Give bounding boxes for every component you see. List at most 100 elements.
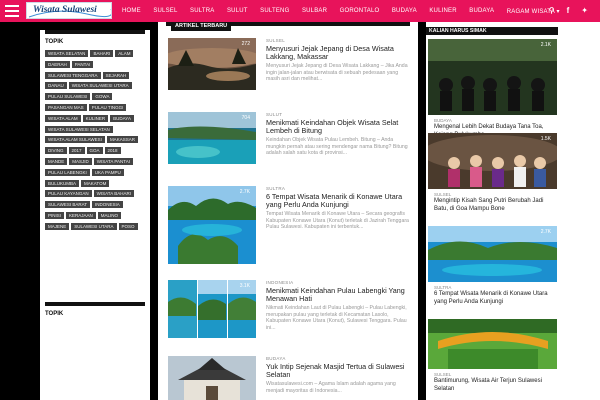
- view-count: 272: [241, 41, 250, 47]
- topik-widget-2: TOPIK: [45, 302, 145, 322]
- tag-link[interactable]: PULAU SULAWESI: [45, 93, 91, 101]
- post-thumbnail[interactable]: 272: [168, 38, 256, 90]
- tag-link[interactable]: 2017: [68, 147, 85, 155]
- tag-link[interactable]: DAERAH: [45, 60, 70, 68]
- view-count: 704: [241, 115, 250, 121]
- post-title[interactable]: Menikmati Keindahan Pulau Labengki Yang …: [266, 286, 410, 303]
- tag-link[interactable]: DANAU: [45, 82, 67, 90]
- featured-card: 2.7K SULTRA 6 Tempat Wisata Menarik di K…: [428, 226, 557, 306]
- post-excerpt: Wisatasulawesi.com – Agama Islam adalah …: [266, 381, 396, 394]
- nav-kuliner[interactable]: KULINER: [429, 8, 456, 14]
- topik-widget: TOPIK WISATA SELATAN BAHARI ALAM DAERAH PANT…: [45, 30, 145, 234]
- nav-budaya[interactable]: BUDAYA: [392, 8, 417, 14]
- tag-link[interactable]: WISATA SULAWESI SELATAN: [45, 125, 113, 133]
- nav-gorontalo[interactable]: GORONTALO: [340, 8, 380, 14]
- main-nav: HOME SULSEL SULTRA SULUT SULTENG SULBAR …: [122, 0, 572, 22]
- tag-link[interactable]: WISATA PANTAI: [93, 157, 133, 165]
- card-image[interactable]: [428, 319, 557, 369]
- nav-budaya-2[interactable]: BUDAYA: [469, 8, 494, 14]
- logo-text: Wisata Sulawesi: [33, 5, 97, 15]
- post-thumbnail[interactable]: 704: [168, 112, 256, 164]
- twitter-icon[interactable]: ✦: [581, 5, 588, 17]
- tag-link[interactable]: WISATA ALAM SULAWESI: [45, 136, 105, 144]
- tag-cloud: WISATA SELATAN BAHARI ALAM DAERAH PANTAI SULA…: [45, 50, 145, 234]
- post-title[interactable]: Menyusuri Jejak Jepang di Desa Wisata La…: [266, 44, 410, 61]
- tag-link[interactable]: PINISI: [45, 211, 65, 219]
- tag-link[interactable]: 2018: [104, 147, 121, 155]
- tag-link[interactable]: PASANGAN MAS: [45, 103, 87, 111]
- tag-link[interactable]: PULAU TINGGI: [88, 103, 127, 111]
- post-thumbnail[interactable]: [168, 356, 256, 400]
- tag-link[interactable]: SULAWESI TENGGARA: [45, 71, 101, 79]
- card-title[interactable]: 6 Tempat Wisata Menarik di Konawe Utara …: [434, 291, 557, 306]
- tag-link[interactable]: MAKASSAR: [106, 136, 138, 144]
- widget-title-2: TOPIK: [45, 311, 64, 317]
- card-image[interactable]: 2.1K: [428, 39, 557, 115]
- card-title[interactable]: Bantimurung, Wisata Air Terjun Sulawesi …: [434, 378, 557, 393]
- post-excerpt: Nikmati Keindahan Laut di Pulau Labengki…: [266, 305, 407, 331]
- tag-link[interactable]: DIVING: [45, 147, 67, 155]
- post-title[interactable]: Menikmati Keindahan Objek Wisata Selat L…: [266, 118, 410, 135]
- tag-link[interactable]: KERAJAAN: [66, 211, 96, 219]
- search-icon[interactable]: ⚲: [549, 5, 555, 17]
- nav-sultra[interactable]: SULTRA: [190, 8, 214, 14]
- tag-link[interactable]: MAKATOM: [81, 179, 110, 187]
- post-excerpt: Menyusuri Jejak Jepang di Desa Wisata La…: [266, 63, 408, 83]
- site-logo[interactable]: Wisata Sulawesi: [26, 2, 112, 19]
- card-image[interactable]: 2.7K: [428, 226, 557, 282]
- nav-sulsel[interactable]: SULSEL: [153, 8, 177, 14]
- tag-link[interactable]: PANTAI: [71, 60, 94, 68]
- featured-card: 1.5K SULSEL Mengintip Kisah Sang Putri B…: [428, 133, 557, 213]
- tag-link[interactable]: INDONESIA: [92, 201, 123, 209]
- card-category[interactable]: SULSEL: [434, 372, 557, 377]
- tag-link[interactable]: BULUKUMBA: [45, 179, 80, 187]
- menu-icon[interactable]: [5, 5, 19, 17]
- tag-link[interactable]: SEJARAH: [102, 71, 130, 79]
- view-count: 1.5K: [540, 136, 551, 142]
- latest-articles: ARTIKEL TERBARU 272 SULSEL Menyusuri Jej…: [158, 22, 418, 400]
- tag-link[interactable]: BAHARI: [90, 50, 114, 57]
- tag-link[interactable]: WISATA ALAM: [45, 114, 81, 122]
- post-title[interactable]: Yuk Intip Sejenak Masjid Tertua di Sulaw…: [266, 362, 410, 379]
- right-column: KALIAN HARUS SIMAK 2.1K BUDAYA Mengenal …: [426, 22, 600, 400]
- card-image[interactable]: 1.5K: [428, 133, 557, 189]
- nav-sulut[interactable]: SULUT: [227, 8, 248, 14]
- tag-link[interactable]: MALINO: [97, 211, 122, 219]
- widget-title: TOPIK: [45, 39, 64, 45]
- post-thumbnail[interactable]: 3.1K: [168, 280, 256, 338]
- post-excerpt: Tempat Wisata Menarik di Konawe Utara – …: [266, 211, 409, 231]
- tag-link[interactable]: PULAU KAYANGAN: [45, 190, 92, 198]
- post-thumbnail[interactable]: 2.7K: [168, 186, 256, 264]
- tag-link[interactable]: MASJID: [69, 157, 92, 165]
- facebook-icon[interactable]: f: [567, 5, 570, 17]
- post-title[interactable]: 6 Tempat Wisata Menarik di Konawe Utara …: [266, 192, 410, 209]
- nav-home[interactable]: HOME: [122, 8, 141, 14]
- post-excerpt: Keindahan Objek Wisata Pulau Lembeh. Bit…: [266, 137, 408, 157]
- tag-link[interactable]: UKA PAMPU: [91, 168, 124, 176]
- featured-card: SULSEL Bantimurung, Wisata Air Terjun Su…: [428, 319, 557, 393]
- card-category[interactable]: BUDAYA: [434, 118, 557, 123]
- section-title: ARTIKEL TERBARU: [171, 22, 232, 31]
- tag-link[interactable]: WISATA SELATAN: [45, 50, 89, 57]
- tag-link[interactable]: POSO: [118, 222, 138, 230]
- tag-link[interactable]: MAJENE: [45, 222, 70, 230]
- tag-link[interactable]: GOWA: [92, 93, 113, 101]
- top-navigation-bar: Wisata Sulawesi HOME SULSEL SULTRA SULUT…: [0, 0, 600, 22]
- tag-link[interactable]: ALAM: [115, 50, 134, 57]
- nav-sulbar[interactable]: SULBAR: [302, 8, 327, 14]
- nav-sulteng[interactable]: SULTENG: [260, 8, 289, 14]
- social-links: ⚲ f ✦: [537, 5, 588, 17]
- tag-link[interactable]: WISATA SULAWESI UTARA: [68, 82, 132, 90]
- tag-link[interactable]: SULAWESI BARAT: [45, 201, 91, 209]
- card-category[interactable]: SULTRA: [434, 285, 557, 290]
- tag-link[interactable]: KULINER: [82, 114, 109, 122]
- tag-link[interactable]: PULAU LABENGKI: [45, 168, 90, 176]
- tag-link[interactable]: BUDAYA: [110, 114, 134, 122]
- tag-link[interactable]: MANDE: [45, 157, 68, 165]
- tag-link[interactable]: SULAWESI UTARA: [71, 222, 117, 230]
- view-count: 2.1K: [540, 42, 551, 48]
- card-title[interactable]: Mengintip Kisah Sang Putri Berubah Jadi …: [434, 198, 557, 213]
- tag-link[interactable]: WISATA BAHARI: [93, 190, 134, 198]
- card-category[interactable]: SULSEL: [434, 192, 557, 197]
- tag-link[interactable]: GOA: [86, 147, 103, 155]
